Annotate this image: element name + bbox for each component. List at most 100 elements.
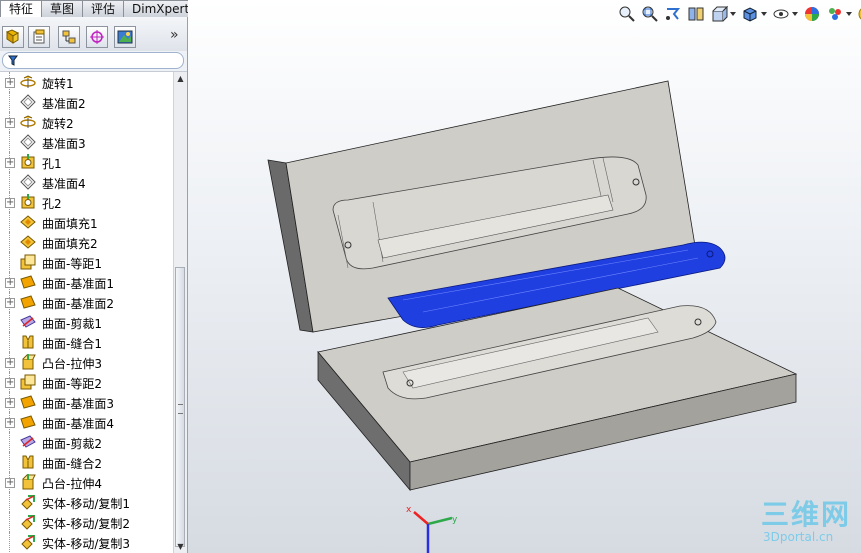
tree-item-label: 曲面-等距2 (42, 377, 102, 391)
edit-appearance-icon[interactable] (803, 5, 821, 23)
zoom-to-area-icon[interactable] (641, 5, 659, 23)
scroll-thumb[interactable] (175, 267, 185, 547)
plane-feature-icon (20, 94, 36, 110)
tab-0[interactable]: 特征 (0, 0, 43, 17)
tree-item-label: 凸台-拉伸3 (42, 357, 102, 371)
hide-show-items-icon[interactable] (772, 5, 798, 23)
move-feature-icon (20, 514, 36, 530)
property-manager-icon[interactable] (28, 26, 50, 48)
tree-item-label: 曲面填充2 (42, 237, 98, 251)
tree-item-label: 实体-移动/复制1 (42, 497, 131, 511)
tree-item-label: 凸台-拉伸4 (42, 477, 102, 491)
display-manager-icon[interactable] (114, 26, 136, 48)
mold-model (267, 80, 798, 492)
expand-toggle[interactable]: + (5, 358, 15, 368)
expand-toggle[interactable]: + (5, 118, 15, 128)
tree-item[interactable]: + 凸台-拉伸3 (0, 352, 173, 372)
axis-triad: y x (406, 505, 458, 553)
watermark: 三维网 3Dportal.cn (761, 500, 851, 545)
expand-toggle[interactable]: + (5, 158, 15, 168)
tree-scrollbar[interactable]: ▲ ▼ (173, 72, 187, 553)
scroll-up-arrow[interactable]: ▲ (174, 72, 187, 85)
tree-item[interactable]: 曲面-缝合2 (0, 452, 173, 472)
tree-item[interactable]: + 旋转1 (0, 72, 173, 92)
tree-item[interactable]: 曲面填充2 (0, 232, 173, 252)
tree-item-label: 基准面4 (42, 177, 86, 191)
filter-icon (8, 55, 18, 66)
expand-toggle[interactable]: + (5, 78, 15, 88)
expand-toggle[interactable]: + (5, 398, 15, 408)
tree-item[interactable]: 基准面4 (0, 172, 173, 192)
tree-item[interactable]: 基准面2 (0, 92, 173, 112)
filter-input[interactable] (2, 52, 184, 69)
planar-feature-icon (20, 294, 36, 310)
view-orientation-icon[interactable] (710, 5, 736, 23)
expand-toggle[interactable]: + (5, 378, 15, 388)
expand-toggle[interactable]: + (5, 278, 15, 288)
scroll-down-arrow[interactable]: ▼ (174, 540, 187, 553)
tree-item-label: 曲面-等距1 (42, 257, 102, 271)
tree-item[interactable]: + 曲面-等距2 (0, 372, 173, 392)
dimxpert-manager-icon[interactable] (86, 26, 108, 48)
tree-item[interactable]: 实体-移动/复制2 (0, 512, 173, 532)
tree-item-label: 曲面填充1 (42, 217, 98, 231)
tree-item-label: 基准面2 (42, 97, 86, 111)
section-view-icon[interactable] (687, 5, 705, 23)
tab-2[interactable]: 评估 (82, 0, 125, 17)
tree-item[interactable]: 曲面-剪裁1 (0, 312, 173, 332)
graphics-viewport[interactable]: y x 三维网 3Dportal.cn (188, 0, 861, 553)
tree-item[interactable]: 曲面-缝合1 (0, 332, 173, 352)
planar-feature-icon (20, 274, 36, 290)
knit-feature-icon (20, 454, 36, 470)
view-settings-icon[interactable] (857, 5, 861, 23)
expand-toggle[interactable]: + (5, 418, 15, 428)
apply-scene-icon[interactable] (826, 5, 852, 23)
extrude-feature-icon (20, 354, 36, 370)
tree-item-label: 曲面-基准面4 (42, 417, 114, 431)
expand-toggle[interactable]: + (5, 478, 15, 488)
axis-y-label: y (452, 515, 458, 525)
revolve-feature-icon (20, 74, 36, 90)
move-feature-icon (20, 494, 36, 510)
tab-3[interactable]: DimXpert (123, 0, 199, 17)
tree-item[interactable]: 曲面填充1 (0, 212, 173, 232)
tree-item[interactable]: + 曲面-基准面3 (0, 392, 173, 412)
zoom-to-fit-icon[interactable] (618, 5, 636, 23)
tree-item[interactable]: + 孔2 (0, 192, 173, 212)
tree-item[interactable]: 曲面-等距1 (0, 252, 173, 272)
tree-item[interactable]: 实体-移动/复制3 (0, 532, 173, 552)
offset-feature-icon (20, 374, 36, 390)
tree-item[interactable]: + 孔1 (0, 152, 173, 172)
tree-item[interactable]: 基准面3 (0, 132, 173, 152)
feature-manager-panel: » + 旋转1 基准面2 + 旋转2 基准面3 + 孔1 基准面4 + 孔2 曲面填充1 曲面填充2 曲面… (0, 17, 188, 553)
hole-feature-icon (20, 154, 36, 170)
display-style-icon[interactable] (741, 5, 767, 23)
expand-toggle[interactable]: + (5, 198, 15, 208)
trim-feature-icon (20, 314, 36, 330)
tree-item-label: 曲面-基准面3 (42, 397, 114, 411)
offset-feature-icon (20, 254, 36, 270)
plane-feature-icon (20, 174, 36, 190)
plane-feature-icon (20, 134, 36, 150)
fill-feature-icon (20, 214, 36, 230)
panel-overflow-button[interactable]: » (170, 27, 179, 43)
tree-item-label: 基准面3 (42, 137, 86, 151)
tree-item[interactable]: 曲面-剪裁2 (0, 432, 173, 452)
planar-feature-icon (20, 394, 36, 410)
tree-item-label: 曲面-基准面2 (42, 297, 114, 311)
feature-manager-icon[interactable] (2, 26, 24, 48)
expand-toggle[interactable]: + (5, 298, 15, 308)
tree-item[interactable]: + 曲面-基准面4 (0, 412, 173, 432)
tab-1[interactable]: 草图 (41, 0, 84, 17)
trim-feature-icon (20, 434, 36, 450)
tree-item[interactable]: + 曲面-基准面1 (0, 272, 173, 292)
tree-item[interactable]: + 曲面-基准面2 (0, 292, 173, 312)
tree-item[interactable]: + 旋转2 (0, 112, 173, 132)
move-feature-icon (20, 534, 36, 550)
view-heads-up-toolbar (618, 3, 861, 25)
previous-view-icon[interactable] (664, 5, 682, 23)
configuration-manager-icon[interactable] (58, 26, 80, 48)
tree-item[interactable]: + 凸台-拉伸4 (0, 472, 173, 492)
watermark-subtext: 3Dportal.cn (763, 530, 834, 544)
tree-item[interactable]: 实体-移动/复制1 (0, 492, 173, 512)
